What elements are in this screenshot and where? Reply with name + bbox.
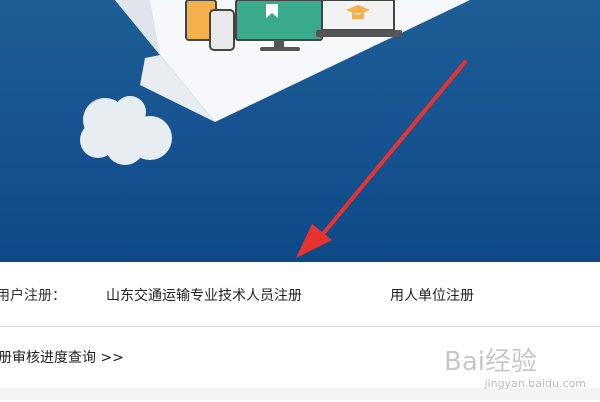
monitor-device-icon	[235, 0, 323, 41]
professional-registration-link[interactable]: 山东交通运输专业技术人员注册	[106, 285, 302, 305]
watermark-url: jingyan.baidu.com	[484, 377, 586, 390]
cloud-icon	[80, 96, 172, 165]
phone-device-icon	[209, 9, 235, 51]
monitor-stand	[274, 40, 284, 48]
section-divider	[0, 326, 600, 327]
monitor-base	[260, 47, 300, 51]
banner-illustration	[80, 0, 470, 258]
header-banner	[0, 0, 600, 262]
review-progress-query-link[interactable]: 册审核进度查询 >>	[0, 347, 124, 367]
red-arrow-annotation	[296, 60, 467, 258]
employer-registration-link[interactable]: 用人单位注册	[390, 285, 474, 305]
watermark-brand: Bai经验	[444, 347, 537, 377]
registration-label: 用户注册：	[0, 288, 66, 304]
laptop-keyboard	[316, 30, 402, 37]
